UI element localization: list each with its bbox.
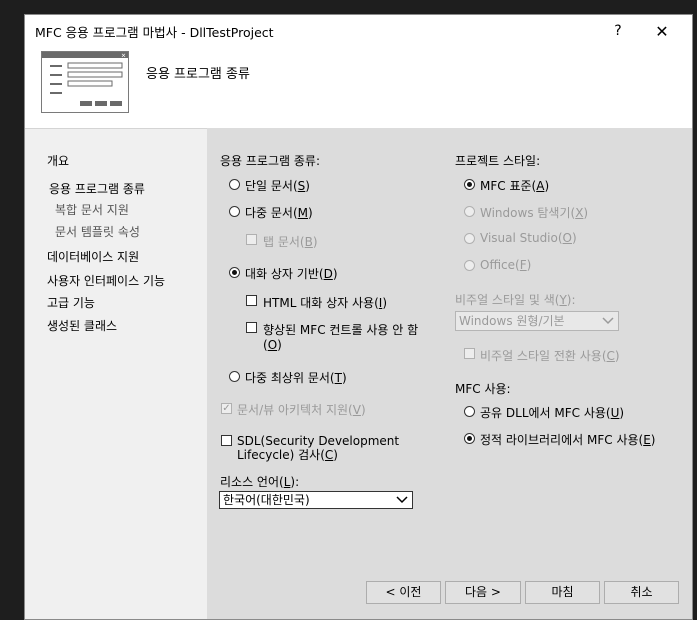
- options-panel: 응용 프로그램 종류: 단일 문서(S) 다중 문서(M) 탭 문서(B) 대화…: [207, 128, 692, 619]
- shared-dll-radio[interactable]: [464, 406, 475, 417]
- nav-ui-features[interactable]: 사용자 인터페이스 기능: [47, 272, 165, 289]
- title-bar: MFC 응용 프로그램 마법사 - DllTestProject ? ✕: [25, 15, 692, 47]
- nav-doc-template[interactable]: 문서 템플릿 속성: [55, 223, 140, 240]
- wizard-dialog-icon: ✕: [41, 51, 129, 113]
- nav-overview[interactable]: 개요: [47, 152, 69, 169]
- project-style-label: 프로젝트 스타일:: [455, 154, 541, 168]
- nav-generated-classes[interactable]: 생성된 클래스: [47, 317, 117, 334]
- nav-compound-doc[interactable]: 복합 문서 지원: [55, 201, 129, 218]
- cancel-button[interactable]: 취소: [604, 581, 679, 604]
- window-title: MFC 응용 프로그램 마법사 - DllTestProject: [35, 24, 274, 40]
- wizard-header: ✕ 응용 프로그램 종류: [25, 47, 692, 129]
- nav-database[interactable]: 데이터베이스 지원: [47, 248, 139, 265]
- sdl-checkbox[interactable]: [221, 435, 232, 446]
- resource-language-label: 리소스 언어(L):: [220, 475, 300, 489]
- app-type-label: 응용 프로그램 종류:: [220, 154, 320, 168]
- visual-studio-style-radio: [464, 233, 475, 244]
- help-button[interactable]: ?: [596, 15, 640, 47]
- single-doc-radio[interactable]: [229, 179, 240, 190]
- mfc-standard-radio[interactable]: [464, 179, 475, 190]
- explorer-style-radio: [464, 206, 475, 217]
- static-lib-radio[interactable]: [464, 433, 475, 444]
- dialog-based-radio[interactable]: [229, 267, 240, 278]
- tabbed-doc-checkbox: [246, 234, 257, 245]
- prev-button[interactable]: < 이전: [366, 581, 441, 604]
- next-button[interactable]: 다음 >: [445, 581, 521, 604]
- visual-style-label: 비주얼 스타일 및 색(Y):: [455, 293, 576, 307]
- visual-style-switch-checkbox: [464, 348, 475, 359]
- html-dialog-checkbox[interactable]: [246, 295, 257, 306]
- office-style-radio: [464, 260, 475, 271]
- enhanced-mfc-checkbox[interactable]: [246, 322, 257, 333]
- wizard-nav: 개요 응용 프로그램 종류 복합 문서 지원 문서 템플릿 속성 데이터베이스 …: [25, 128, 207, 619]
- docview-checkbox: ✓: [221, 403, 232, 414]
- nav-advanced[interactable]: 고급 기능: [47, 294, 95, 311]
- resource-language-select[interactable]: 한국어(대한민국): [219, 491, 413, 509]
- chevron-down-icon: [602, 312, 614, 336]
- page-title: 응용 프로그램 종류: [146, 67, 250, 82]
- mfc-use-label: MFC 사용:: [455, 382, 511, 396]
- chevron-down-icon: [396, 492, 408, 513]
- close-button[interactable]: ✕: [640, 15, 684, 47]
- visual-style-select: Windows 원형/기본: [455, 311, 619, 331]
- finish-button[interactable]: 마침: [525, 581, 600, 604]
- nav-app-type[interactable]: 응용 프로그램 종류: [49, 180, 145, 197]
- multiple-doc-radio[interactable]: [229, 206, 240, 217]
- svg-text:✕: ✕: [121, 53, 126, 60]
- wizard-window: MFC 응용 프로그램 마법사 - DllTestProject ? ✕ ✕ 응…: [24, 14, 693, 620]
- multi-top-level-radio[interactable]: [229, 371, 240, 382]
